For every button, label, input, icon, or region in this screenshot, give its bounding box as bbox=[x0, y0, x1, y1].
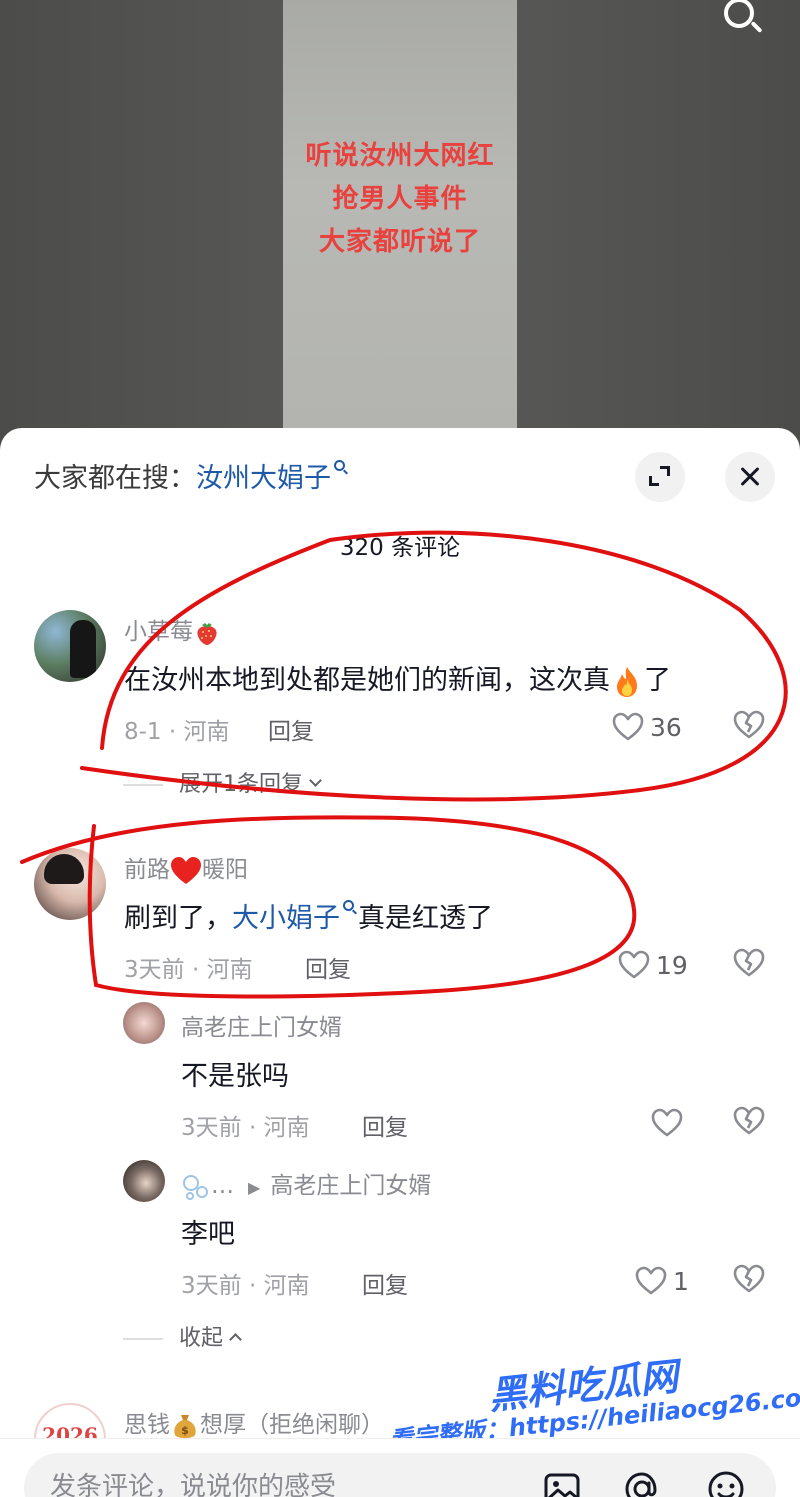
username-text: 思钱 bbox=[124, 1412, 170, 1438]
comment-username[interactable]: 前路 暖阳 bbox=[124, 850, 248, 886]
avatar[interactable] bbox=[123, 1160, 165, 1202]
video-caption-line: 听说汝州大网红 bbox=[305, 141, 495, 171]
chevron-up-icon bbox=[229, 1332, 242, 1346]
collapse-label: 收起 bbox=[179, 1326, 224, 1351]
comment-meta: 3天前 · 河南 bbox=[124, 957, 253, 983]
comment-username[interactable]: 小草莓 bbox=[124, 612, 221, 647]
username-text: 小草莓 bbox=[124, 619, 193, 645]
comment-username[interactable]: 思钱 $ 想厚（拒绝闲聊） bbox=[124, 1405, 384, 1441]
comment-input[interactable] bbox=[50, 1467, 520, 1497]
strawberry-emoji bbox=[197, 622, 217, 645]
broken-heart-icon[interactable] bbox=[733, 1106, 765, 1136]
like-count: 36 bbox=[650, 712, 682, 742]
username-text: … bbox=[211, 1173, 234, 1199]
comment-input-pill bbox=[24, 1453, 776, 1497]
search-icon[interactable] bbox=[718, 0, 768, 44]
reply-item: 高老庄上门女婿 不是张吗 3天前 · 河南 回复 bbox=[0, 1002, 800, 1142]
comment-text: 不是张吗 bbox=[181, 1061, 289, 1092]
comment-meta: 3天前 · 河南 bbox=[181, 1115, 310, 1141]
search-icon bbox=[342, 900, 358, 918]
comment-item: 前路 暖阳 刷到了，大小娟子 真是红透了 3天前 · 河南 回复 19 bbox=[0, 848, 800, 988]
comment-username[interactable]: 高老庄上门女婿 bbox=[181, 1008, 342, 1042]
reply-arrow-icon: ▶ bbox=[248, 1178, 261, 1197]
reply-button[interactable]: 回复 bbox=[362, 1108, 408, 1142]
money-bag-emoji: $ bbox=[174, 1414, 196, 1438]
video-caption-line: 大家都听说了 bbox=[318, 227, 481, 257]
expand-replies-label: 展开1条回复 bbox=[179, 772, 303, 797]
comment-text-body: 真是红透了 bbox=[358, 903, 493, 934]
emoji-icon[interactable] bbox=[704, 1467, 748, 1497]
broken-heart-icon[interactable] bbox=[733, 948, 765, 978]
heart-outline-icon bbox=[618, 950, 650, 979]
reply-item: … ▶ 高老庄上门女婿 李吧 3天前 · 河南 回复 1 bbox=[0, 1160, 800, 1300]
comment-text: 在汝州本地到处都是她们的新闻，这次真 了 bbox=[124, 658, 671, 699]
video-caption: 听说汝州大网红 抢男人事件 大家都听说了 bbox=[283, 135, 517, 264]
comment-meta: 3天前 · 河南 bbox=[181, 1273, 310, 1299]
comment-text-body: 在汝州本地到处都是她们的新闻，这次真 bbox=[124, 665, 610, 696]
like-count: 1 bbox=[673, 1266, 689, 1296]
fire-emoji bbox=[617, 666, 637, 697]
comment-item: 小草莓 在汝州本地到处都是她们的新闻，这次真 了 8-1 · 河南 回复 36 展… bbox=[0, 610, 800, 797]
trending-search-prefix: 大家都在搜： bbox=[34, 463, 196, 494]
reply-button[interactable]: 回复 bbox=[268, 712, 314, 746]
comment-username[interactable]: … ▶ 高老庄上门女婿 bbox=[181, 1166, 431, 1202]
trending-search-query[interactable]: 汝州大娟子 bbox=[196, 463, 331, 494]
comment-meta: 8-1 · 河南 bbox=[124, 719, 230, 745]
like-button[interactable]: 19 bbox=[618, 948, 688, 982]
at-icon[interactable] bbox=[620, 1467, 664, 1497]
red-heart-emoji bbox=[171, 856, 201, 884]
expand-replies[interactable]: 展开1条回复 bbox=[123, 766, 322, 798]
heart-outline-icon bbox=[651, 1108, 683, 1137]
comment-text: 刷到了，大小娟子 真是红透了 bbox=[124, 896, 493, 935]
search-link[interactable]: 大小娟子 bbox=[232, 903, 340, 934]
search-icon bbox=[333, 460, 349, 478]
expand-button[interactable] bbox=[635, 452, 685, 502]
video-caption-line: 抢男人事件 bbox=[332, 184, 468, 214]
broken-heart-icon[interactable] bbox=[733, 1264, 765, 1294]
username-text: 暖阳 bbox=[202, 857, 248, 883]
close-button[interactable] bbox=[725, 452, 775, 502]
comment-text: 李吧 bbox=[181, 1219, 235, 1250]
like-button[interactable]: 1 bbox=[635, 1264, 689, 1298]
like-count: 19 bbox=[656, 950, 688, 980]
username-text: 前路 bbox=[124, 857, 170, 883]
comment-count: 320 条评论 bbox=[339, 535, 461, 561]
image-icon[interactable] bbox=[540, 1467, 584, 1497]
reply-to-username[interactable]: 高老庄上门女婿 bbox=[270, 1173, 431, 1199]
comment-sheet: 大家都在搜：汝州大娟子 320 条评论 小草莓 在汝州本地到处都是她们的新闻，这… bbox=[0, 428, 800, 1497]
reply-button[interactable]: 回复 bbox=[362, 1266, 408, 1300]
svg-text:$: $ bbox=[181, 1424, 189, 1437]
collapse-replies[interactable]: 收起 bbox=[123, 1320, 242, 1352]
like-button[interactable]: 36 bbox=[612, 710, 682, 744]
comment-text-tail: 了 bbox=[644, 665, 671, 696]
like-button[interactable] bbox=[651, 1106, 683, 1140]
comment-text-body: 刷到了， bbox=[124, 903, 232, 934]
trending-search[interactable]: 大家都在搜：汝州大娟子 bbox=[34, 456, 349, 495]
username-text: 想厚（拒绝闲聊） bbox=[200, 1412, 384, 1438]
chevron-down-icon bbox=[309, 773, 322, 787]
avatar[interactable] bbox=[34, 848, 106, 920]
avatar[interactable] bbox=[34, 610, 106, 682]
heart-outline-icon bbox=[612, 712, 644, 741]
comment-input-bar bbox=[0, 1438, 800, 1497]
broken-heart-icon[interactable] bbox=[733, 710, 765, 740]
reply-button[interactable]: 回复 bbox=[305, 950, 351, 984]
heart-outline-icon bbox=[635, 1266, 667, 1295]
bubbles-emoji bbox=[183, 1174, 208, 1200]
avatar[interactable] bbox=[123, 1002, 165, 1044]
